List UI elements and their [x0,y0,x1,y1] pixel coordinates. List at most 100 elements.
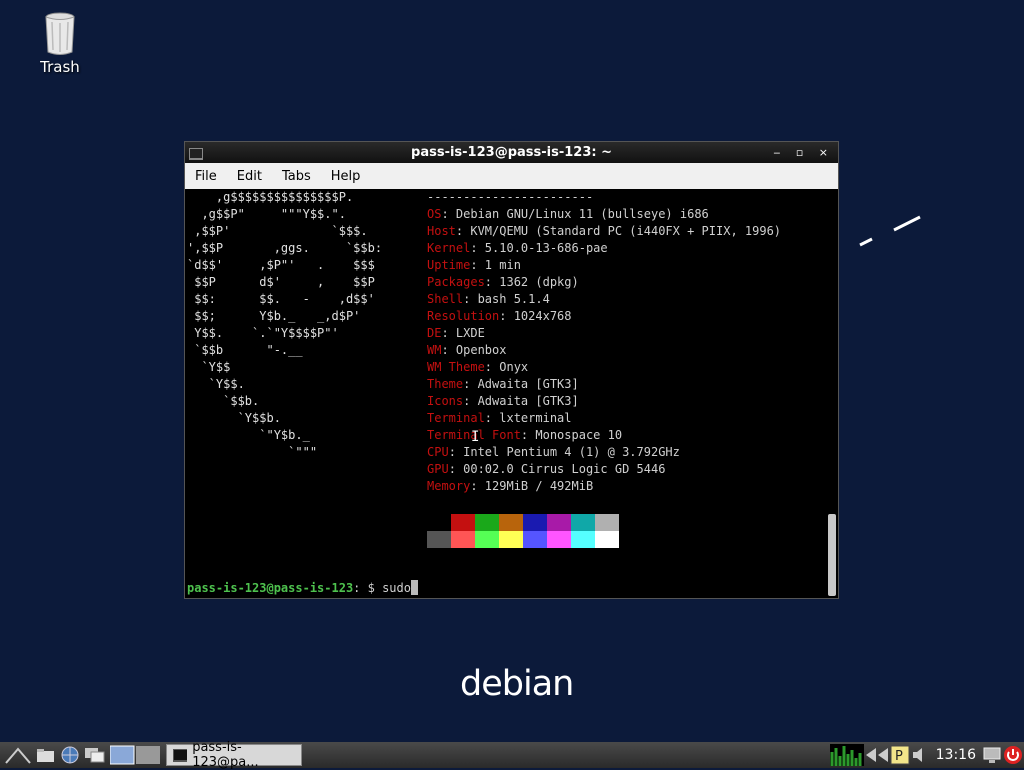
svg-text:P: P [895,749,903,764]
debian-ascii-art: ,g$$$$$$$$$$$$$$$P. ,g$$P" """Y$$.". ,$$… [187,189,382,461]
info-key: WM [427,343,442,357]
palette-swatch [451,514,475,531]
shell-prompt[interactable]: pass-is-123@pass-is-123: $ sudo [187,580,418,597]
menu-help[interactable]: Help [321,169,371,184]
minimize-button[interactable]: ‒ [773,146,786,159]
menu-tabs[interactable]: Tabs [272,169,321,184]
palette-swatch [475,531,499,548]
info-key: WM Theme [427,360,485,374]
terminal-icon [189,146,203,167]
palette-swatch [547,531,571,548]
file-manager-launcher[interactable] [36,744,56,766]
palette-swatch [595,531,619,548]
info-line: Packages: 1362 (dpkg) [427,274,781,291]
terminal-task-icon [173,748,188,762]
palette-swatch [451,531,475,548]
info-value: : bash 5.1.4 [463,292,550,306]
info-key: Shell [427,292,464,306]
info-line: Icons: Adwaita [GTK3] [427,393,781,410]
browser-launcher[interactable] [60,744,80,766]
menubar: File Edit Tabs Help [185,163,838,189]
logout-icon[interactable] [1002,744,1024,766]
palette-swatch [523,514,547,531]
trash-label: Trash [40,58,80,76]
info-line: Theme: Adwaita [GTK3] [427,376,781,393]
info-line: Resolution: 1024x768 [427,308,781,325]
info-key: Host [427,224,456,238]
taskbar: pass-is-123@pa... P 13:16 [0,740,1024,770]
ascii-line: `d$$' ,$P"' . $$$ [187,258,375,272]
info-key: GPU [427,462,449,476]
info-value: : Debian GNU/Linux 11 (bullseye) i686 [441,207,709,221]
ibeam-cursor-icon: I [471,429,480,445]
ascii-line: ,g$$P" """Y$$.". [187,207,346,221]
window-list-button[interactable] [84,744,106,766]
menu-file[interactable]: File [185,169,227,184]
neofetch-info: ----------------------- OS: Debian GNU/Li… [427,189,781,495]
palette-swatch [427,514,451,531]
info-value: : 00:02.0 Cirrus Logic GD 5446 [448,462,666,476]
maximize-button[interactable]: ▫ [796,146,809,159]
palette-swatch [571,514,595,531]
wallpaper-swoosh [859,215,921,247]
trash-desktop-icon[interactable]: Trash [30,12,90,76]
info-line: Uptime: 1 min [427,257,781,274]
info-key: Packages [427,275,485,289]
ascii-line: ',$$P ,ggs. `$$b: [187,241,383,255]
info-line: Terminal Font: Monospace 10 [427,427,781,444]
window-titlebar[interactable]: pass-is-123@pass-is-123: ~ ‒ ▫ × [185,142,838,163]
palette-swatch [547,514,571,531]
palette-dark-row [427,514,619,531]
info-value: : 5.10.0-13-686-pae [470,241,608,255]
info-value: : lxterminal [484,411,572,425]
info-value: : 1 min [470,258,521,272]
info-value: : LXDE [441,326,485,340]
clock[interactable]: 13:16 [936,747,976,763]
scrollbar[interactable] [828,189,836,598]
ascii-line: `""" [187,445,318,459]
prompt-separator: : $ [353,581,383,595]
menu-button[interactable] [4,744,32,766]
window-title: pass-is-123@pass-is-123: ~ [411,145,612,160]
scroll-thumb[interactable] [828,514,836,596]
ascii-line: ,g$$$$$$$$$$$$$$$P. [187,190,354,204]
info-value: : Adwaita [GTK3] [463,394,579,408]
terminal-output[interactable]: ,g$$$$$$$$$$$$$$$P. ,g$$P" """Y$$.". ,$$… [185,189,838,598]
palette-swatch [571,531,595,548]
info-line: CPU: Intel Pentium 4 (1) @ 3.792GHz [427,444,781,461]
window-controls[interactable]: ‒ ▫ × [773,142,834,163]
menu-edit[interactable]: Edit [227,169,272,184]
ascii-line: `Y$$. [187,377,245,391]
info-key: Memory [427,479,471,493]
desktop-switcher[interactable] [110,744,160,766]
info-key: Theme [427,377,464,391]
ascii-line: $$P d$' , $$P [187,275,375,289]
taskbar-terminal-button[interactable]: pass-is-123@pa... [166,740,302,770]
ascii-line: `$$b "-.__ [187,343,303,357]
info-value: : Adwaita [GTK3] [463,377,579,391]
ascii-line: `$$b. [187,394,260,408]
info-line: Host: KVM/QEMU (Standard PC (i440FX + PI… [427,223,781,240]
info-line: GPU: 00:02.0 Cirrus Logic GD 5446 [427,461,781,478]
network-icon[interactable] [864,745,890,765]
cpu-monitor-icon [829,744,864,766]
globe-icon [61,746,79,764]
info-value: : KVM/QEMU (Standard PC (i440FX + PIIX, … [455,224,782,238]
info-value: : 1362 (dpkg) [484,275,579,289]
info-line: WM: Openbox [427,342,781,359]
screen-lock-icon[interactable] [982,745,1002,765]
close-button[interactable]: × [819,146,834,159]
palette-bright-row [427,531,619,548]
desktop-pager-icon [110,745,160,765]
info-value: : Onyx [484,360,529,374]
info-key: OS [427,207,442,221]
palette-swatch [523,531,547,548]
info-line: Terminal: lxterminal [427,410,781,427]
volume-icon[interactable] [910,745,930,765]
task-label: pass-is-123@pa... [192,740,259,770]
prompt-user: pass-is-123@pass-is-123 [187,581,354,595]
palette-swatch [475,514,499,531]
keyboard-layout-icon[interactable]: P [890,745,910,765]
info-key: CPU [427,445,449,459]
system-tray: P 13:16 [829,744,1024,766]
